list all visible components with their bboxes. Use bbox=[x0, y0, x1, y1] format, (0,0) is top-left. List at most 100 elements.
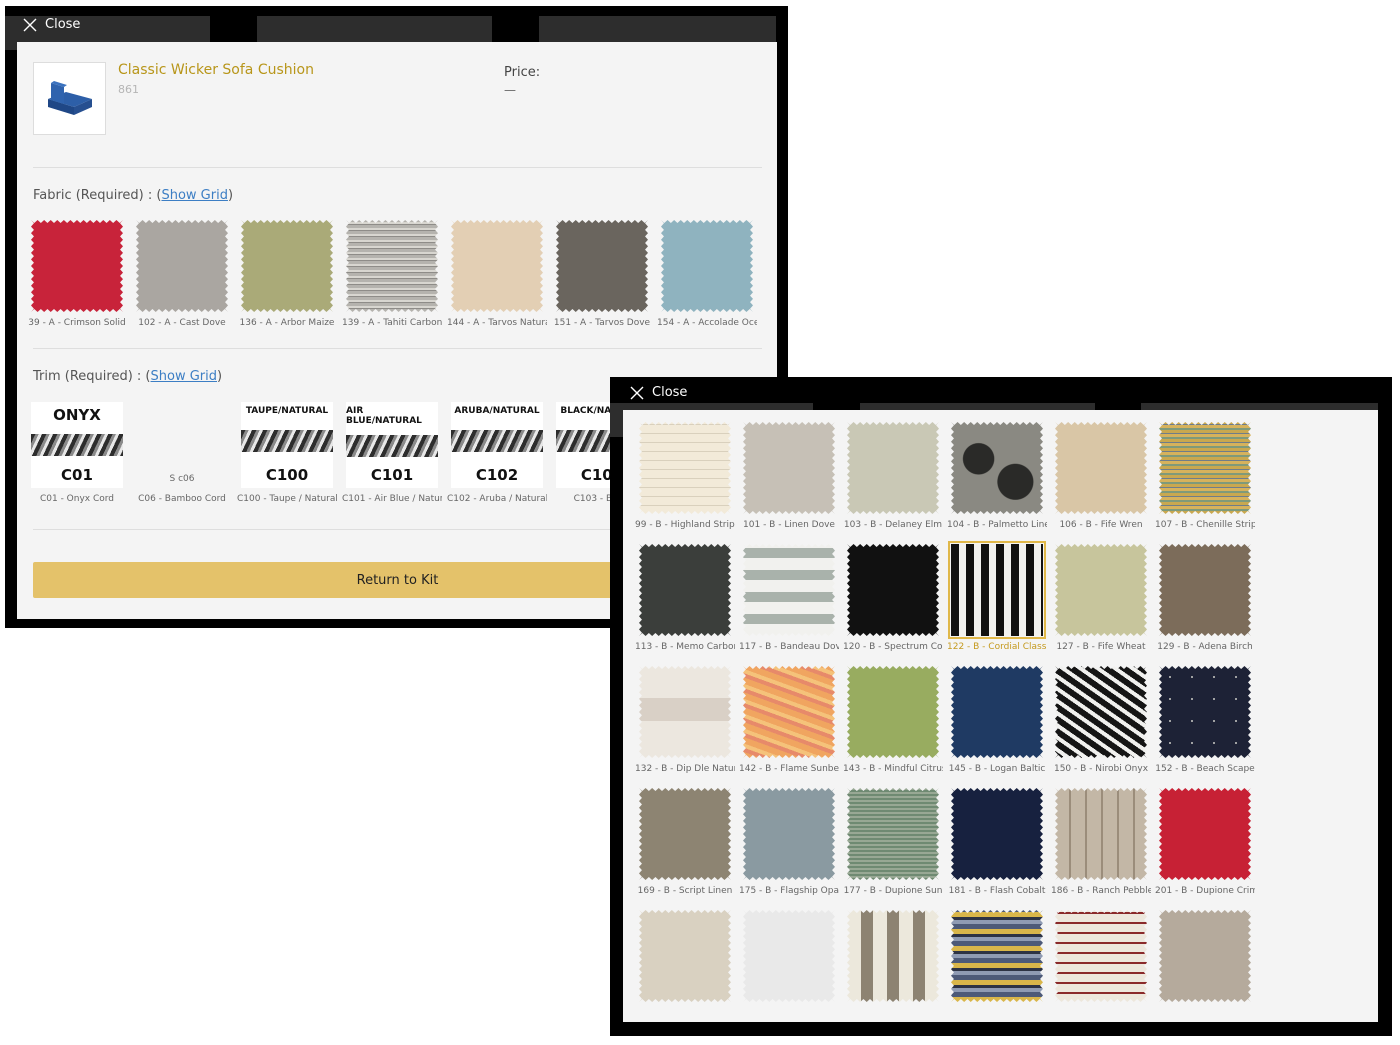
fabric-swatch-image[interactable] bbox=[1159, 544, 1251, 636]
fabric-swatch-image[interactable] bbox=[1159, 666, 1251, 758]
trim-show-grid-link[interactable]: Show Grid bbox=[151, 369, 218, 384]
fabric-grid-item[interactable]: 132 - B - Dip Dle Natural bbox=[635, 666, 735, 774]
fabric-swatch-image[interactable] bbox=[1055, 666, 1147, 758]
fabric-swatch-image[interactable] bbox=[847, 788, 939, 880]
fabric-swatch-image[interactable] bbox=[136, 220, 228, 312]
fabric-swatch-image[interactable] bbox=[1159, 910, 1251, 1002]
fabric-grid-item[interactable]: 177 - B - Dupione Sun bbox=[844, 788, 942, 896]
fabric-grid-item[interactable]: 169 - B - Script Linen bbox=[638, 788, 732, 896]
fabric-grid-item[interactable]: 104 - B - Palmetto Linen bbox=[947, 422, 1047, 530]
fabric-grid-overlay: Close 99 - B - Highland Stripe 101 - B - … bbox=[610, 377, 1392, 1036]
fabric-swatch[interactable]: 151 - A - Tarvos Dove bbox=[554, 220, 650, 328]
fabric-grid-item[interactable]: 143 - B - Mindful Citrus bbox=[843, 666, 943, 774]
fabric-swatch-image[interactable] bbox=[1055, 544, 1147, 636]
fabric-swatch-caption: 106 - B - Fife Wren bbox=[1059, 520, 1143, 530]
fabric-grid-item[interactable]: 113 - B - Memo Carbon bbox=[635, 544, 735, 652]
fabric-swatch-image[interactable] bbox=[951, 788, 1043, 880]
fabric-grid-item[interactable] bbox=[951, 910, 1043, 1008]
fabric-grid-item[interactable] bbox=[743, 910, 835, 1008]
fabric-swatch-image[interactable] bbox=[951, 910, 1043, 1002]
fabric-grid-item[interactable]: 142 - B - Flame Sunbeam bbox=[739, 666, 839, 774]
trim-cord-image bbox=[241, 430, 333, 452]
fabric-swatch-image[interactable] bbox=[556, 220, 648, 312]
fabric-swatch-image[interactable] bbox=[241, 220, 333, 312]
trim-card[interactable]: ONYX C01 bbox=[31, 402, 123, 488]
fabric-swatch-image[interactable] bbox=[951, 422, 1043, 514]
trim-card[interactable]: TAUPE/NATURAL C100 bbox=[241, 402, 333, 488]
fabric-grid-item[interactable] bbox=[1159, 910, 1251, 1008]
fabric-swatch-caption: 151 - A - Tarvos Dove bbox=[553, 318, 651, 328]
fabric-swatch[interactable]: 136 - A - Arbor Maize bbox=[240, 220, 334, 328]
fabric-swatch-image[interactable] bbox=[639, 666, 731, 758]
fabric-grid-item[interactable]: 106 - B - Fife Wren bbox=[1055, 422, 1147, 530]
close-button[interactable]: Close bbox=[23, 17, 80, 32]
trim-card[interactable]: AIR BLUE/NATURAL C101 bbox=[346, 402, 438, 488]
fabric-swatch-image[interactable] bbox=[661, 220, 753, 312]
fabric-swatch-image[interactable] bbox=[639, 910, 731, 1002]
fabric-grid-item[interactable] bbox=[639, 910, 731, 1008]
fabric-grid-item[interactable]: 201 - B - Dupione Crimson bbox=[1155, 788, 1255, 896]
fabric-grid-item[interactable]: 152 - B - Beach Scape bbox=[1155, 666, 1255, 774]
fabric-grid-item[interactable] bbox=[847, 910, 939, 1008]
fabric-swatch-image[interactable] bbox=[1159, 422, 1251, 514]
trim-cord-image bbox=[31, 434, 123, 456]
fabric-swatch-image[interactable] bbox=[948, 541, 1046, 639]
fabric-swatch-image[interactable] bbox=[847, 544, 939, 636]
fabric-grid-item-selected[interactable]: 122 - B - Cordial Classic bbox=[947, 541, 1047, 652]
trim-option[interactable]: TAUPE/NATURAL C100 C100 - Taupe / Natural bbox=[237, 402, 337, 504]
fabric-swatch-caption: 175 - B - Flagship Opal bbox=[739, 886, 839, 896]
close-label: Close bbox=[652, 385, 688, 400]
fabric-grid-item[interactable]: 127 - B - Fife Wheat bbox=[1055, 544, 1147, 652]
fabric-grid-item[interactable]: 150 - B - Nirobi Onyx bbox=[1054, 666, 1148, 774]
fabric-grid-item[interactable]: 117 - B - Bandeau Dove bbox=[739, 544, 839, 652]
fabric-swatch-image[interactable] bbox=[451, 220, 543, 312]
trim-option[interactable]: S c06 C06 - Bamboo Cord bbox=[136, 402, 228, 504]
fabric-swatch-image[interactable] bbox=[847, 422, 939, 514]
fabric-swatch[interactable]: 39 - A - Crimson Solid bbox=[28, 220, 126, 328]
fabric-grid-item[interactable]: 181 - B - Flash Cobalt bbox=[949, 788, 1045, 896]
trim-option[interactable]: ARUBA/NATURAL C102 C102 - Aruba / Natural bbox=[447, 402, 547, 504]
fabric-swatch-image[interactable] bbox=[847, 910, 939, 1002]
fabric-grid-item[interactable] bbox=[1055, 910, 1147, 1008]
fabric-swatch-image[interactable] bbox=[743, 910, 835, 1002]
fabric-swatch[interactable]: 139 - A - Tahiti Carbon bbox=[342, 220, 442, 328]
fabric-swatch-image[interactable] bbox=[951, 666, 1043, 758]
fabric-swatch-image[interactable] bbox=[743, 544, 835, 636]
fabric-swatch[interactable]: 102 - A - Cast Dove bbox=[136, 220, 228, 328]
fabric-swatch-image[interactable] bbox=[1055, 422, 1147, 514]
fabric-grid-item[interactable]: 99 - B - Highland Stripe bbox=[635, 422, 735, 530]
fabric-swatch-image[interactable] bbox=[639, 544, 731, 636]
fabric-swatch[interactable]: 154 - A - Accolade Ocean bbox=[657, 220, 757, 328]
divider bbox=[33, 167, 762, 168]
fabric-grid-item[interactable]: 129 - B - Adena Birch bbox=[1157, 544, 1253, 652]
fabric-show-grid-link[interactable]: Show Grid bbox=[161, 188, 228, 203]
fabric-swatch-image[interactable] bbox=[1055, 788, 1147, 880]
fabric-swatch-image[interactable] bbox=[346, 220, 438, 312]
fabric-swatch-image[interactable] bbox=[31, 220, 123, 312]
fabric-grid-item[interactable]: 145 - B - Logan Baltic bbox=[949, 666, 1045, 774]
fabric-swatch-image[interactable] bbox=[639, 422, 731, 514]
fabric-swatch-image[interactable] bbox=[847, 666, 939, 758]
fabric-grid-item[interactable]: 101 - B - Linen Dove bbox=[743, 422, 835, 530]
trim-section-label: Trim (Required) : (Show Grid) bbox=[33, 369, 223, 384]
fabric-grid-item[interactable]: 120 - B - Spectrum Coal bbox=[843, 544, 943, 652]
fabric-swatch-image[interactable] bbox=[743, 422, 835, 514]
fabric-grid-item[interactable]: 186 - B - Ranch Pebble bbox=[1051, 788, 1151, 896]
trim-option[interactable]: ONYX C01 C01 - Onyx Cord bbox=[31, 402, 123, 504]
trim-card[interactable]: ARUBA/NATURAL C102 bbox=[451, 402, 543, 488]
trim-missing-image[interactable]: S c06 bbox=[136, 402, 228, 488]
fabric-swatch-caption: 201 - B - Dupione Crimson bbox=[1155, 886, 1255, 896]
fabric-grid-item[interactable]: 175 - B - Flagship Opal bbox=[739, 788, 839, 896]
fabric-swatch-image[interactable] bbox=[1159, 788, 1251, 880]
product-title[interactable]: Classic Wicker Sofa Cushion bbox=[118, 62, 314, 78]
fabric-grid-item[interactable]: 103 - B - Delaney Elm bbox=[844, 422, 942, 530]
trim-option[interactable]: AIR BLUE/NATURAL C101 C101 - Air Blue / Na… bbox=[342, 402, 442, 504]
fabric-swatch[interactable]: 144 - A - Tarvos Natural bbox=[447, 220, 547, 328]
fabric-swatch-image[interactable] bbox=[1055, 910, 1147, 1002]
fabric-grid-item[interactable]: 107 - B - Chenille Stripe bbox=[1155, 422, 1255, 530]
fabric-swatch-image[interactable] bbox=[743, 788, 835, 880]
fabric-swatch-image[interactable] bbox=[639, 788, 731, 880]
close-button[interactable]: Close bbox=[630, 385, 687, 400]
fabric-swatch-image[interactable] bbox=[743, 666, 835, 758]
fabric-swatch-caption: 103 - B - Delaney Elm bbox=[843, 520, 943, 530]
